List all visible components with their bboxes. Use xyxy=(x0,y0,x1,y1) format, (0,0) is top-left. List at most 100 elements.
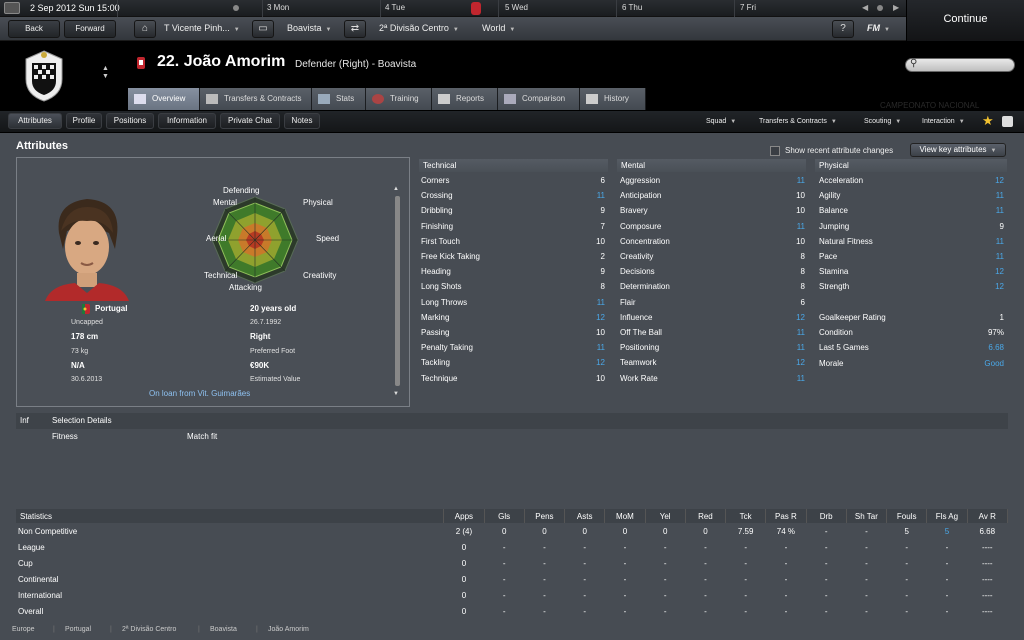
interaction-menu[interactable]: Interaction ▼ xyxy=(922,118,965,125)
player-switch-icon[interactable]: ▲ ▼ xyxy=(102,65,109,81)
attribute-row[interactable]: Passing 10 xyxy=(421,325,605,340)
stats-row[interactable]: International 0- - - - - - - - - - - - ---- xyxy=(16,587,1008,603)
breadcrumb-item[interactable]: João Amorim xyxy=(268,626,309,633)
attribute-row[interactable]: Influence 12 xyxy=(620,310,805,325)
attribute-row[interactable]: Work Rate 11 xyxy=(620,371,805,386)
breadcrumb-item[interactable]: Boavista xyxy=(210,626,237,633)
attribute-row[interactable]: Marking 12 xyxy=(421,310,605,325)
stats-row[interactable]: Non Competitive 2 (4) 0 0 0 0 0 0 7.59 74 % - - 5 5 6.… xyxy=(16,523,1008,539)
attribute-row[interactable]: Crossing 11 xyxy=(421,188,605,203)
calendar-day[interactable]: 6 Thu xyxy=(622,3,642,12)
attribute-row[interactable]: Tackling 12 xyxy=(421,355,605,370)
home-icon[interactable]: ⌂ xyxy=(134,20,156,38)
stats-column-header[interactable]: Pens xyxy=(524,509,566,523)
attribute-row[interactable]: Long Shots 8 xyxy=(421,279,605,294)
calendar-day[interactable]: 7 Fri xyxy=(740,3,756,12)
tab-reports[interactable]: Reports xyxy=(432,88,498,110)
attribute-row[interactable]: Pace 11 xyxy=(819,249,1004,264)
stats-column-header[interactable]: Fouls xyxy=(886,509,928,523)
attribute-row[interactable]: Composure 11 xyxy=(620,219,805,234)
attribute-row[interactable]: Jumping 9 xyxy=(819,219,1004,234)
calendar-day[interactable]: 5 Wed xyxy=(505,3,528,12)
attribute-row[interactable]: Determination 8 xyxy=(620,279,805,294)
attribute-row[interactable]: Positioning 11 xyxy=(620,340,805,355)
breadcrumb-item[interactable]: 2ª Divisão Centro xyxy=(122,626,176,633)
world-menu[interactable]: World ▼ xyxy=(482,23,515,33)
attribute-row[interactable]: Corners 6 xyxy=(421,173,605,188)
breadcrumb-item[interactable]: Europe xyxy=(12,626,35,633)
attribute-row[interactable]: Dribbling 9 xyxy=(421,203,605,218)
attribute-row[interactable]: Aggression 11 xyxy=(620,173,805,188)
attribute-row[interactable]: Long Throws 11 xyxy=(421,295,605,310)
stats-column-header[interactable]: Asts xyxy=(564,509,606,523)
help-icon[interactable]: ? xyxy=(832,20,854,38)
stats-column-header[interactable]: Statistics xyxy=(16,509,445,523)
attribute-row[interactable]: Stamina 12 xyxy=(819,264,1004,279)
club-menu[interactable]: Boavista ▼ xyxy=(287,23,331,33)
today-icon[interactable] xyxy=(877,5,883,11)
transfers-menu[interactable]: Transfers & Contracts ▼ xyxy=(759,118,837,125)
division-menu[interactable]: 2ª Divisão Centro ▼ xyxy=(379,23,459,33)
back-button[interactable]: Back xyxy=(8,20,60,38)
private-chat-button[interactable]: Private Chat xyxy=(220,113,280,129)
squad-menu[interactable]: Squad ▼ xyxy=(706,118,736,125)
stats-row[interactable]: Cup 0- - - - - - - - - - - - ---- xyxy=(16,555,1008,571)
stats-column-header[interactable]: Av R xyxy=(967,509,1009,523)
tab-overview[interactable]: Overview xyxy=(128,88,200,110)
attribute-row[interactable]: Anticipation 10 xyxy=(620,188,805,203)
scroll-down-icon[interactable]: ▼ xyxy=(393,391,399,397)
tab-comparison[interactable]: Comparison xyxy=(498,88,580,110)
attribute-row[interactable]: Balance 11 xyxy=(819,203,1004,218)
scroll-up-icon[interactable]: ▲ xyxy=(393,186,399,192)
forward-button[interactable]: Forward xyxy=(64,20,116,38)
stats-column-header[interactable]: Yel xyxy=(645,509,686,523)
profile-button[interactable]: Profile xyxy=(66,113,102,129)
attribute-row[interactable]: Decisions 8 xyxy=(620,264,805,279)
stats-column-header[interactable]: Drb xyxy=(806,509,847,523)
stats-row[interactable]: League 0- - - - - - - - - - - - ---- xyxy=(16,539,1008,555)
attribute-row[interactable]: Last 5 Games 6.68 xyxy=(819,340,1004,355)
stats-column-header[interactable]: Apps xyxy=(443,509,485,523)
information-button[interactable]: Information xyxy=(158,113,216,129)
search-input[interactable]: ⚲ xyxy=(905,58,1015,72)
attribute-row[interactable]: Concentration 10 xyxy=(620,234,805,249)
tab-transfers-contracts[interactable]: Transfers & Contracts xyxy=(200,88,312,110)
attribute-row[interactable]: Heading 9 xyxy=(421,264,605,279)
attribute-row[interactable]: Acceleration 12 xyxy=(819,173,1004,188)
tab-stats[interactable]: Stats xyxy=(312,88,366,110)
tab-history[interactable]: History xyxy=(580,88,646,110)
star-icon[interactable]: ★ xyxy=(982,113,994,129)
attribute-row[interactable]: Flair 6 xyxy=(620,295,805,310)
scouting-menu[interactable]: Scouting ▼ xyxy=(864,118,901,125)
stats-column-header[interactable]: Gls xyxy=(484,509,525,523)
attribute-row[interactable]: Strength 12 xyxy=(819,279,1004,294)
stats-column-header[interactable]: Tck xyxy=(725,509,767,523)
attribute-row[interactable]: Natural Fitness 11 xyxy=(819,234,1004,249)
calendar-day[interactable]: 3 Mon xyxy=(267,3,289,12)
attribute-row[interactable]: Finishing 7 xyxy=(421,219,605,234)
attribute-row[interactable]: Bravery 10 xyxy=(620,203,805,218)
stats-column-header[interactable]: Sh Tar xyxy=(846,509,888,523)
attribute-row[interactable]: Teamwork 12 xyxy=(620,355,805,370)
loan-status-link[interactable]: On loan from Vit. Guimarães xyxy=(149,389,250,398)
view-key-attributes-dropdown[interactable]: View key attributes ▼ xyxy=(910,143,1006,157)
notepad-icon[interactable] xyxy=(1002,116,1013,127)
attribute-row[interactable]: Morale Good xyxy=(819,356,1004,371)
attribute-row[interactable]: Technique 10 xyxy=(421,371,605,386)
stats-column-header[interactable]: Pas R xyxy=(765,509,807,523)
stats-row[interactable]: Continental 0- - - - - - - - - - - - ---- xyxy=(16,571,1008,587)
notes-button[interactable]: Notes xyxy=(284,113,320,129)
continue-button[interactable]: Continue xyxy=(906,0,1024,41)
scroll-left-icon[interactable]: ◀ xyxy=(862,3,868,12)
attribute-row[interactable]: Agility 11 xyxy=(819,188,1004,203)
scroll-right-icon[interactable]: ▶ xyxy=(893,3,899,12)
manager-menu[interactable]: T Vicente Pinh... ▼ xyxy=(164,23,240,33)
attribute-row[interactable]: First Touch 10 xyxy=(421,234,605,249)
recent-changes-checkbox[interactable] xyxy=(770,146,780,156)
attribute-row[interactable]: Condition 97% xyxy=(819,325,1004,340)
tab-training[interactable]: Training xyxy=(366,88,432,110)
fm-menu[interactable]: FM ▼ xyxy=(867,23,890,33)
club-icon[interactable]: ▭ xyxy=(252,20,274,38)
stats-column-header[interactable]: Red xyxy=(685,509,727,523)
attribute-row[interactable]: Off The Ball 11 xyxy=(620,325,805,340)
